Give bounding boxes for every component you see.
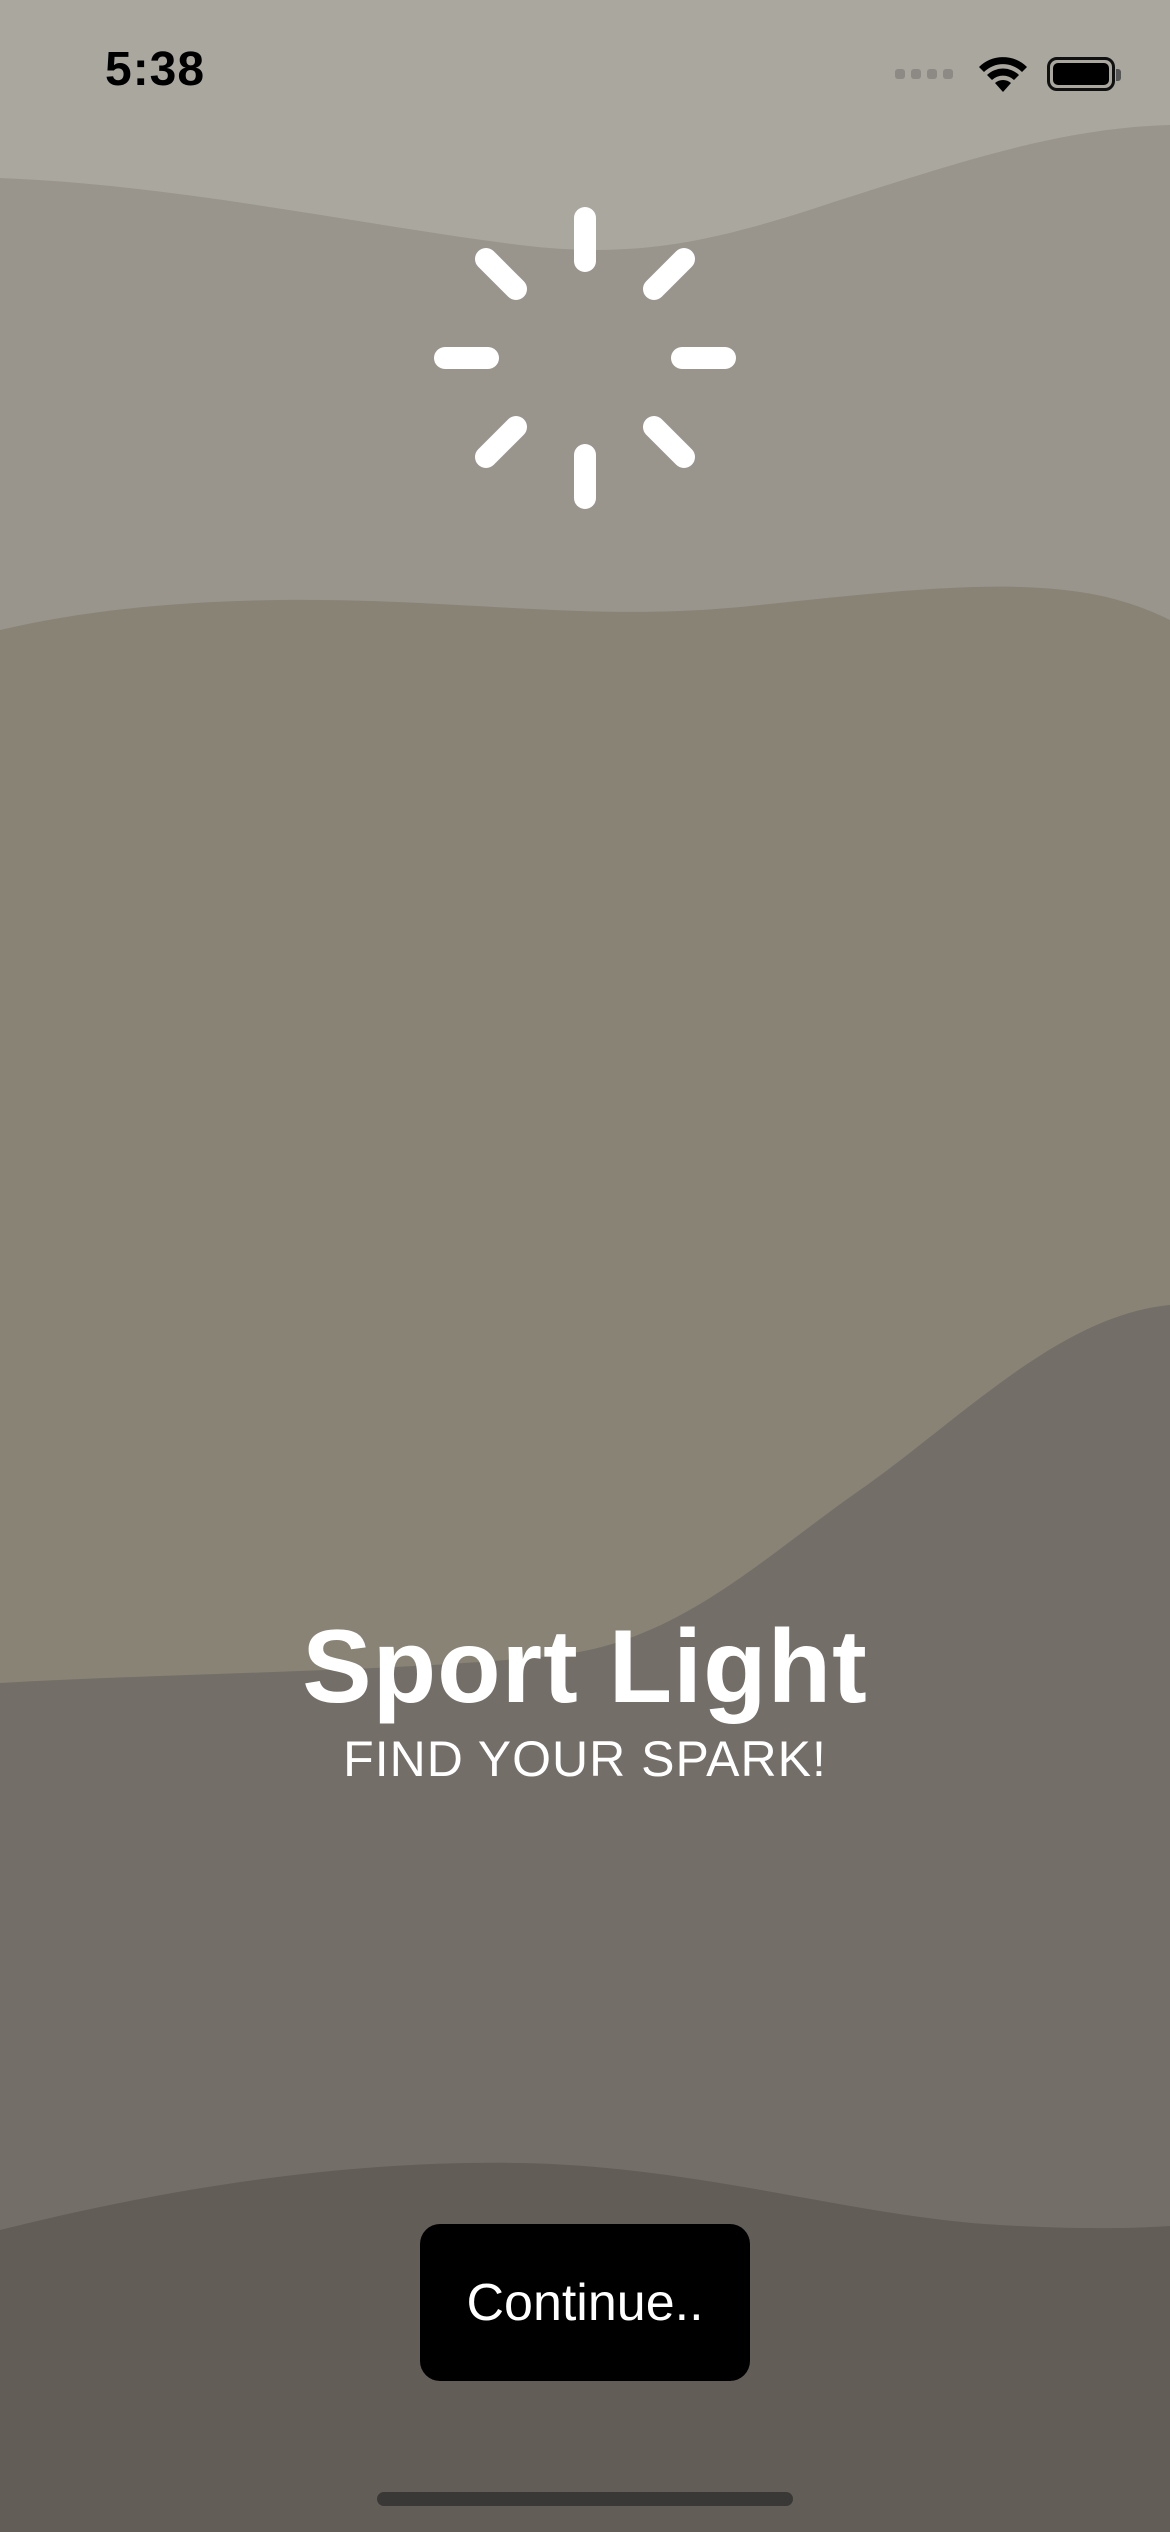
wifi-icon — [979, 57, 1027, 92]
app-tagline: FIND YOUR SPARK! — [343, 1731, 827, 1787]
loading-spinner-icon — [434, 207, 736, 509]
app-title: Sport Light — [302, 1609, 868, 1725]
continue-button-label: Continue.. — [466, 2273, 704, 2332]
status-icons — [895, 52, 1121, 96]
continue-button[interactable]: Continue.. — [420, 2224, 750, 2381]
battery-icon — [1047, 57, 1121, 91]
signal-icon — [895, 69, 953, 79]
home-indicator[interactable] — [377, 2492, 793, 2506]
splash-screen: 5:38 Sport Light FIND YOUR SPARK! Contin… — [0, 0, 1170, 2532]
status-time: 5:38 — [105, 43, 206, 96]
battery-fill — [1053, 63, 1109, 85]
